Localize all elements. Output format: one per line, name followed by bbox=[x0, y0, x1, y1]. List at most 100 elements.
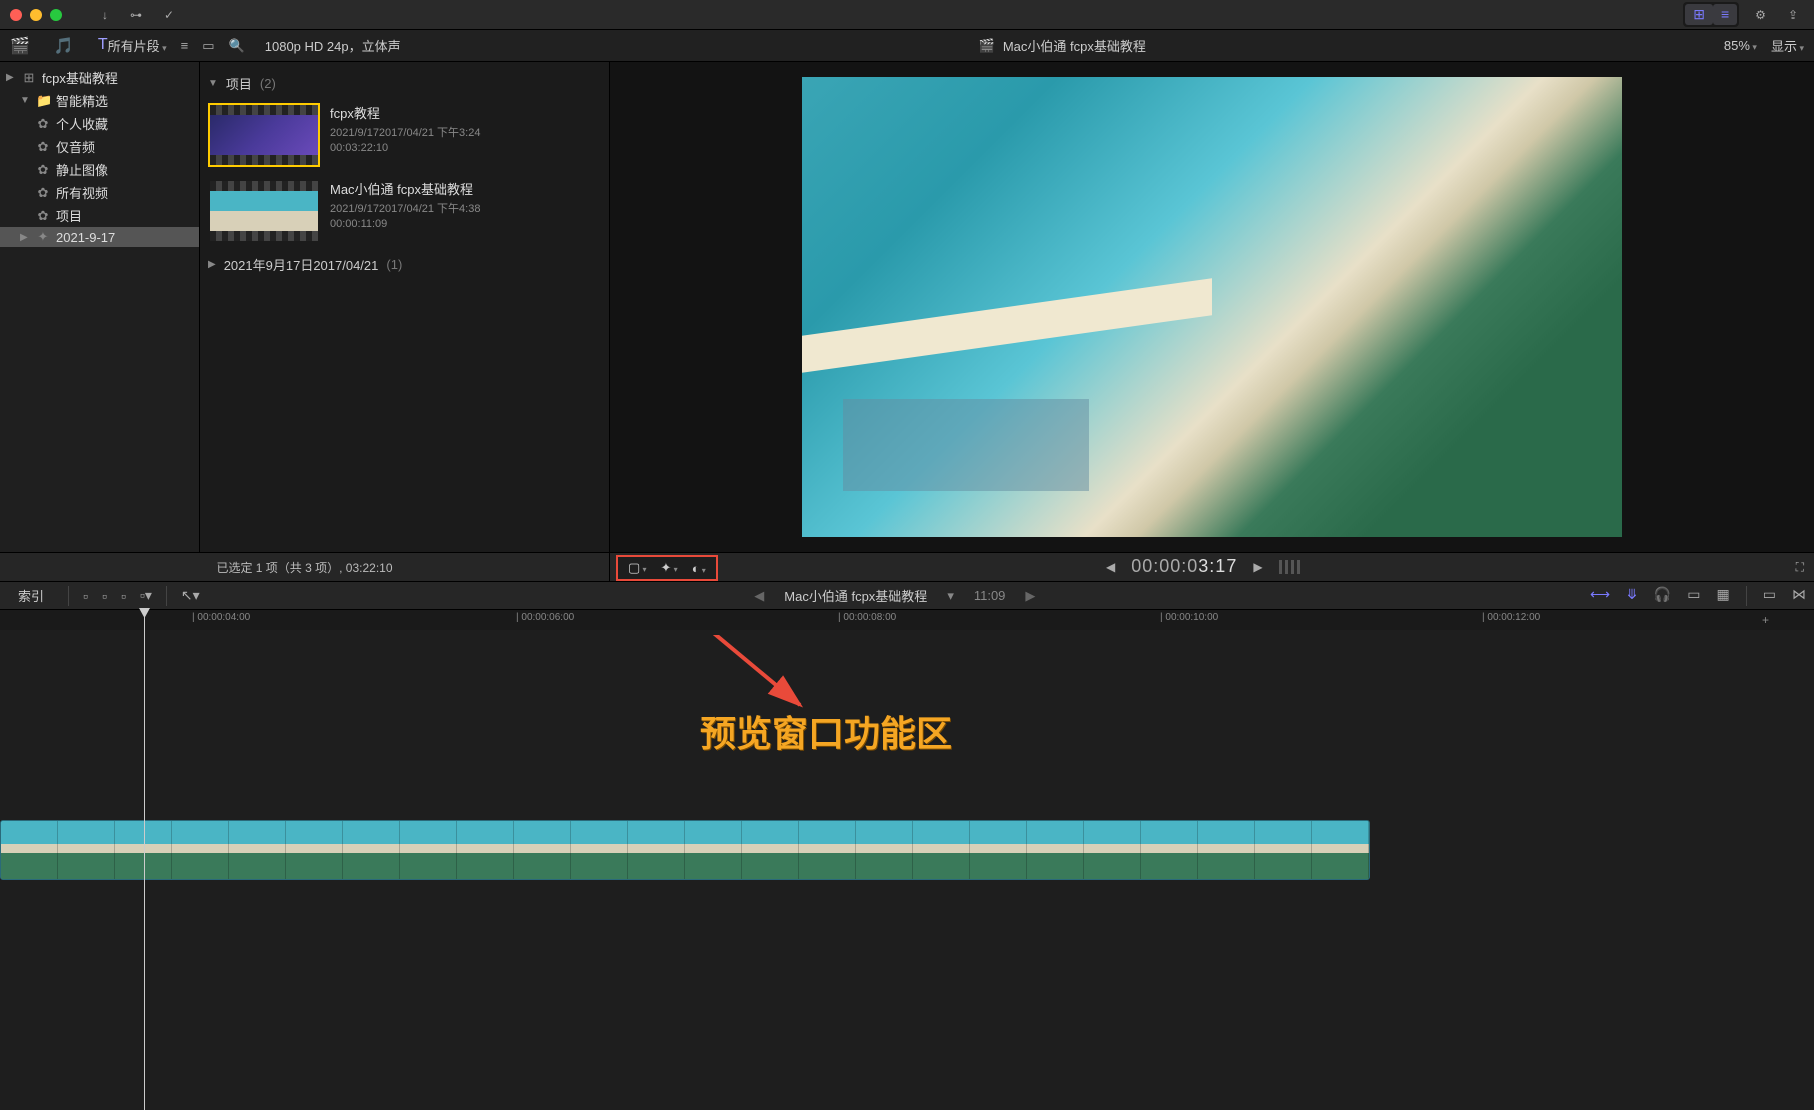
sidebar-label: fcpx基础教程 bbox=[42, 68, 118, 87]
sidebar-label: 仅音频 bbox=[56, 137, 95, 156]
timeline-back-icon[interactable]: ◀ bbox=[754, 588, 764, 604]
timeline-ruler[interactable]: | 00:00:04:00| 00:00:06:00| 00:00:08:00|… bbox=[0, 610, 1814, 630]
transitions-browser-icon[interactable]: ⋈ bbox=[1792, 586, 1806, 606]
clip-date: 2021/9/172017/04/21 下午3:24 bbox=[330, 126, 601, 141]
ruler-tick: | 00:00:04:00 bbox=[192, 612, 250, 623]
clapper-icon: 🎬 bbox=[979, 38, 995, 54]
workspace-timeline-icon[interactable]: ≡ bbox=[1713, 4, 1737, 25]
zoom-dropdown[interactable]: 85% bbox=[1724, 38, 1757, 53]
sidebar-item-audio-only[interactable]: ✿ 仅音频 bbox=[0, 135, 199, 158]
workspace-browser-icon[interactable]: ⊞ bbox=[1685, 4, 1713, 25]
play-back-icon[interactable]: ◀ bbox=[1106, 560, 1115, 574]
connect-clip-icon[interactable]: ▫ bbox=[83, 588, 88, 604]
skimming-icon[interactable]: ⤋ bbox=[1626, 586, 1638, 606]
date-group-count: (1) bbox=[386, 257, 402, 272]
import-icon[interactable]: ↓ bbox=[102, 8, 108, 22]
clip-thumbnail[interactable] bbox=[208, 179, 320, 243]
keyword-icon[interactable]: ⊶ bbox=[130, 8, 142, 22]
browser-group-header[interactable]: ▼ 项目 (2) bbox=[206, 70, 603, 97]
browser-date-group[interactable]: ▶ 2021年9月17日2017/04/21 (1) bbox=[206, 249, 603, 280]
zoom-window[interactable] bbox=[50, 9, 62, 21]
browser-group-count: (2) bbox=[260, 76, 276, 91]
sidebar-item-favorites[interactable]: ✿个人收藏 bbox=[0, 112, 199, 135]
close-window[interactable] bbox=[10, 9, 22, 21]
sidebar-label: 智能精选 bbox=[56, 91, 108, 110]
append-clip-icon[interactable]: ▫ bbox=[121, 588, 126, 604]
solo-icon[interactable]: ▭ bbox=[1687, 586, 1700, 606]
sidebar-item-all-video[interactable]: ✿所有视频 bbox=[0, 181, 199, 204]
background-tasks-icon[interactable]: ✓ bbox=[164, 8, 174, 22]
playhead[interactable] bbox=[144, 610, 145, 630]
display-dropdown[interactable]: 显示 bbox=[1771, 36, 1804, 55]
ruler-plus-icon[interactable]: + bbox=[1762, 613, 1769, 627]
viewer-timecode[interactable]: 00:00:03:17 bbox=[1131, 556, 1237, 578]
retime-tool[interactable]: ◐ bbox=[692, 561, 706, 576]
library-sound-icon[interactable]: 🎵 bbox=[54, 36, 74, 56]
clip-duration: 00:03:22:10 bbox=[330, 141, 601, 156]
gear-icon: ✿ bbox=[36, 208, 50, 224]
star-icon: ✦ bbox=[36, 229, 50, 245]
filmstrip-view-icon[interactable]: ▭ bbox=[202, 38, 214, 54]
disclosure-icon: ▶ bbox=[20, 232, 30, 243]
index-button[interactable]: 索引 bbox=[8, 584, 54, 607]
clip-filter-dropdown[interactable]: 所有片段 bbox=[108, 36, 167, 55]
sidebar-item-projects[interactable]: ✿ 项目 bbox=[0, 204, 199, 227]
sidebar-library-root[interactable]: ▶ ⊞ fcpx基础教程 bbox=[0, 66, 199, 89]
sidebar-label: 所有视频 bbox=[56, 183, 108, 202]
sidebar-smart-collection[interactable]: ▼ 📁 智能精选 bbox=[0, 89, 199, 112]
enhance-tool[interactable]: ✦ bbox=[661, 560, 678, 576]
clip-thumbnail[interactable] bbox=[208, 103, 320, 167]
disclosure-icon: ▶ bbox=[208, 259, 216, 270]
library-media-icon[interactable]: 🎬 bbox=[10, 36, 30, 56]
minimize-window[interactable] bbox=[30, 9, 42, 21]
browser-clip[interactable]: fcpx教程 2021/9/172017/04/21 下午3:24 00:03:… bbox=[206, 97, 603, 173]
transform-tool[interactable]: ▢ bbox=[628, 560, 647, 576]
project-title: Mac小伯通 fcpx基础教程 bbox=[1003, 36, 1146, 55]
browser-clip[interactable]: Mac小伯通 fcpx基础教程 2021/9/172017/04/21 下午4:… bbox=[206, 173, 603, 249]
viewer-canvas[interactable] bbox=[802, 77, 1622, 537]
disclosure-icon: ▶ bbox=[6, 72, 16, 83]
timeline-title: Mac小伯通 fcpx基础教程 bbox=[784, 586, 927, 605]
format-label: 1080p HD 24p，立体声 bbox=[265, 36, 401, 55]
ruler-tick: | 00:00:12:00 bbox=[1482, 612, 1540, 623]
browser-group-label: 项目 bbox=[226, 74, 252, 93]
effects-browser-icon[interactable]: ▭ bbox=[1763, 586, 1776, 606]
annotation-text: 预览窗口功能区 bbox=[700, 705, 952, 757]
browser-status: 已选定 1 项（共 3 项）, 03:22:10 bbox=[0, 553, 610, 581]
overwrite-clip-icon[interactable]: ▫▾ bbox=[140, 587, 152, 604]
timeline-forward-icon[interactable]: ▶ bbox=[1025, 588, 1035, 604]
tc-dim: 00:00:0 bbox=[1131, 556, 1198, 576]
snapping-icon[interactable]: ⟷ bbox=[1590, 586, 1610, 606]
library-sidebar: ▶ ⊞ fcpx基础教程 ▼ 📁 智能精选 ✿个人收藏 ✿仅音频 ✿静止图像 ✿… bbox=[0, 62, 200, 552]
play-forward-icon[interactable]: ▶ bbox=[1253, 560, 1262, 574]
audio-meter bbox=[1279, 560, 1300, 574]
playhead-line[interactable] bbox=[144, 630, 145, 1110]
search-icon[interactable]: 🔍 bbox=[229, 38, 245, 54]
clip-title: Mac小伯通 fcpx基础教程 bbox=[330, 179, 601, 198]
browser-panel: ▼ 项目 (2) fcpx教程 2021/9/172017/04/21 下午3:… bbox=[200, 62, 610, 552]
share-icon[interactable]: ⇪ bbox=[1782, 8, 1804, 22]
workspace-segment[interactable]: ⊞ ≡ bbox=[1683, 2, 1739, 27]
clip-appearance-icon[interactable]: ▦ bbox=[1717, 586, 1730, 606]
fullscreen-icon[interactable]: ⛶ bbox=[1796, 560, 1804, 575]
sidebar-item-stills[interactable]: ✿静止图像 bbox=[0, 158, 199, 181]
library-titles-icon[interactable]: T bbox=[98, 36, 108, 56]
ruler-tick: | 00:00:10:00 bbox=[1160, 612, 1218, 623]
sidebar-event[interactable]: ▶ ✦ 2021-9-17 bbox=[0, 227, 199, 247]
timeline-body[interactable]: 预览窗口功能区 4f5d079a3bd8e1a6f6b8733bec7eee74 bbox=[0, 630, 1814, 1110]
inspector-toggle-icon[interactable]: ⚙ bbox=[1749, 8, 1772, 22]
arrow-tool[interactable]: ↖▾ bbox=[181, 587, 200, 604]
clip-date: 2021/9/172017/04/21 下午4:38 bbox=[330, 202, 601, 217]
audio-skim-icon[interactable]: 🎧 bbox=[1654, 586, 1671, 606]
sidebar-label: 个人收藏 bbox=[56, 114, 108, 133]
gear-icon: ✿ bbox=[36, 139, 50, 155]
list-view-icon[interactable]: ≡ bbox=[181, 38, 189, 53]
viewer-panel bbox=[610, 62, 1814, 552]
sidebar-label: 项目 bbox=[56, 206, 82, 225]
timeline-duration: 11:09 bbox=[974, 588, 1006, 603]
timeline-clip[interactable]: 4f5d079a3bd8e1a6f6b8733bec7eee74 bbox=[0, 820, 1370, 880]
insert-clip-icon[interactable]: ▫ bbox=[102, 588, 107, 604]
tc-lite: 3:17 bbox=[1198, 556, 1237, 576]
library-grid-icon: ⊞ bbox=[22, 70, 36, 86]
clip-title: fcpx教程 bbox=[330, 103, 601, 122]
